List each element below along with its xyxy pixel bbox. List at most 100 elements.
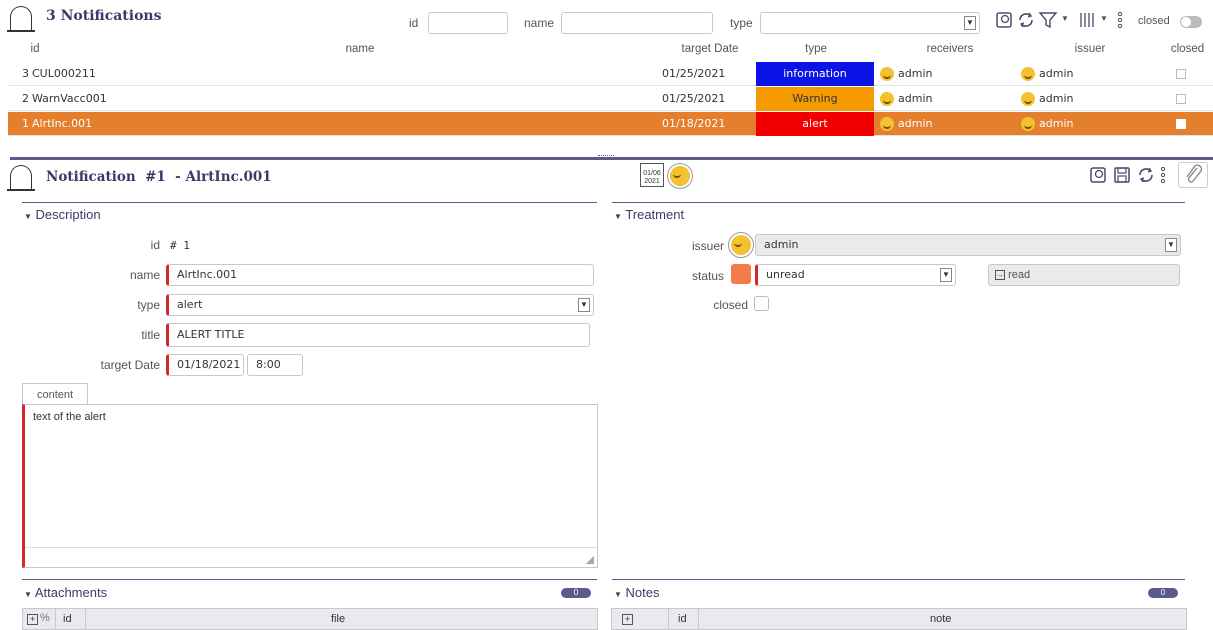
col-header-type[interactable]: type <box>758 43 874 55</box>
columns-dropdown-icon[interactable]: ▼ <box>1100 14 1108 23</box>
filter-type-label: type <box>730 16 753 30</box>
attachments-divider <box>22 579 597 580</box>
row-date: 01/25/2021 <box>662 67 726 80</box>
description-section-header[interactable]: ▼ Description <box>24 207 101 222</box>
issuer-avatar <box>728 232 754 258</box>
filter-id-input[interactable] <box>428 12 508 34</box>
save-icon[interactable] <box>1112 165 1132 185</box>
issuer-label: issuer <box>691 239 724 253</box>
chevron-down-icon[interactable]: ▼ <box>578 298 590 312</box>
link-icon[interactable]: % <box>40 612 50 624</box>
title-label: title <box>141 328 160 342</box>
issuer-select[interactable]: admin ▼ <box>755 234 1181 256</box>
table-row[interactable]: 2 WarnVacc001 01/25/2021 Warning admin a… <box>8 87 1213 111</box>
treatment-divider <box>612 202 1185 203</box>
refresh-icon[interactable] <box>1136 165 1156 185</box>
name-field[interactable]: AlrtInc.001 <box>166 264 594 286</box>
row-type: information <box>756 62 874 86</box>
collapse-icon[interactable]: ▼ <box>614 212 622 221</box>
row-closed-checkbox[interactable] <box>1176 119 1186 129</box>
table-header: id name target Date type receivers issue… <box>0 43 1213 61</box>
chevron-down-icon[interactable]: ▼ <box>964 16 976 30</box>
target-time-field[interactable]: 8:00 <box>247 354 303 376</box>
row-date: 01/18/2021 <box>662 117 726 130</box>
treatment-title: Treatment <box>625 207 685 222</box>
description-title: Description <box>35 207 101 222</box>
smiley-icon <box>731 235 751 255</box>
closed-checkbox[interactable] <box>754 296 769 311</box>
panel-splitter[interactable] <box>10 157 1213 160</box>
content-tab[interactable]: content <box>22 383 88 405</box>
add-icon[interactable] <box>1088 165 1108 185</box>
row-closed-checkbox[interactable] <box>1176 94 1186 104</box>
list-title: 3 Notifications <box>46 8 162 24</box>
filter-name-label: name <box>524 16 555 30</box>
row-closed-checkbox[interactable] <box>1176 69 1186 79</box>
smiley-icon <box>1021 67 1035 81</box>
filter-name-input[interactable] <box>561 12 713 34</box>
notes-section-header[interactable]: ▼ Notes <box>614 585 660 600</box>
notes-divider <box>612 579 1185 580</box>
add-row-icon[interactable]: + <box>622 614 633 625</box>
attach-button[interactable] <box>1178 162 1208 188</box>
notes-grid-header: + id note <box>611 608 1187 630</box>
add-icon[interactable] <box>994 10 1014 30</box>
row-receiver: admin <box>880 112 932 136</box>
collapse-icon[interactable]: ▼ <box>24 212 32 221</box>
content-editor[interactable]: text of the alert <box>22 404 598 568</box>
calendar-date: 01/06 <box>643 170 661 177</box>
splitter-handle[interactable] <box>598 155 614 157</box>
title-field[interactable]: ALERT TITLE <box>166 323 590 347</box>
collapse-icon[interactable]: ▼ <box>24 590 32 599</box>
status-select[interactable]: unread ▼ <box>755 264 956 286</box>
treatment-section-header[interactable]: ▼ Treatment <box>614 207 684 222</box>
refresh-icon[interactable] <box>1016 10 1036 30</box>
table-row[interactable]: 3 CUL000211 01/25/2021 information admin… <box>8 62 1213 86</box>
row-receiver: admin <box>880 62 932 86</box>
status-value: unread <box>766 268 805 281</box>
notes-col-id[interactable]: id <box>678 613 687 625</box>
smiley-icon <box>1021 117 1035 131</box>
more-icon[interactable] <box>1115 10 1125 30</box>
status-label: status <box>691 269 724 283</box>
attachments-col-id[interactable]: id <box>63 613 72 625</box>
chevron-down-icon[interactable]: ▼ <box>1165 238 1177 252</box>
target-date-field[interactable]: 01/18/2021 <box>166 354 244 376</box>
read-button[interactable]: → read <box>988 264 1180 286</box>
closed-toggle[interactable] <box>1180 16 1202 28</box>
smiley-icon <box>880 92 894 106</box>
attachments-count-badge: 0 <box>561 588 591 598</box>
col-header-target-date[interactable]: target Date <box>660 43 760 55</box>
row-issuer: admin <box>1021 62 1073 86</box>
filter-icon[interactable] <box>1038 10 1060 30</box>
col-header-issuer[interactable]: issuer <box>1020 43 1160 55</box>
table-row-selected[interactable]: 1 AlrtInc.001 01/18/2021 alert admin adm… <box>8 112 1213 136</box>
attachments-section-header[interactable]: ▼ Attachments <box>24 585 107 600</box>
calendar-icon[interactable]: 01/06 2021 <box>640 163 664 187</box>
col-header-receivers[interactable]: receivers <box>880 43 1020 55</box>
add-row-icon[interactable]: + <box>27 614 38 625</box>
description-divider <box>22 202 597 203</box>
row-type: Warning <box>756 87 874 111</box>
filter-dropdown-icon[interactable]: ▼ <box>1061 14 1069 23</box>
content-text: text of the alert <box>33 411 106 423</box>
more-icon[interactable] <box>1158 165 1168 185</box>
filter-type-select[interactable]: ▼ <box>760 12 980 34</box>
type-label: type <box>137 298 160 312</box>
id-value: # 1 <box>170 239 190 252</box>
chevron-down-icon[interactable]: ▼ <box>940 268 952 282</box>
col-header-closed[interactable]: closed <box>1165 43 1210 55</box>
attachments-col-file[interactable]: file <box>331 613 345 625</box>
smiley-icon[interactable] <box>667 163 693 189</box>
col-header-name[interactable]: name <box>300 43 420 55</box>
read-label: read <box>1008 269 1031 281</box>
collapse-icon[interactable]: ▼ <box>614 590 622 599</box>
row-name: WarnVacc001 <box>32 92 107 105</box>
resize-handle-icon[interactable] <box>586 556 594 564</box>
type-select[interactable]: alert ▼ <box>166 294 594 316</box>
target-date-label: target Date <box>100 358 160 372</box>
notes-col-divider <box>668 609 669 629</box>
col-header-id[interactable]: id <box>20 43 50 55</box>
columns-icon[interactable] <box>1078 10 1096 30</box>
notes-col-note[interactable]: note <box>930 613 951 625</box>
